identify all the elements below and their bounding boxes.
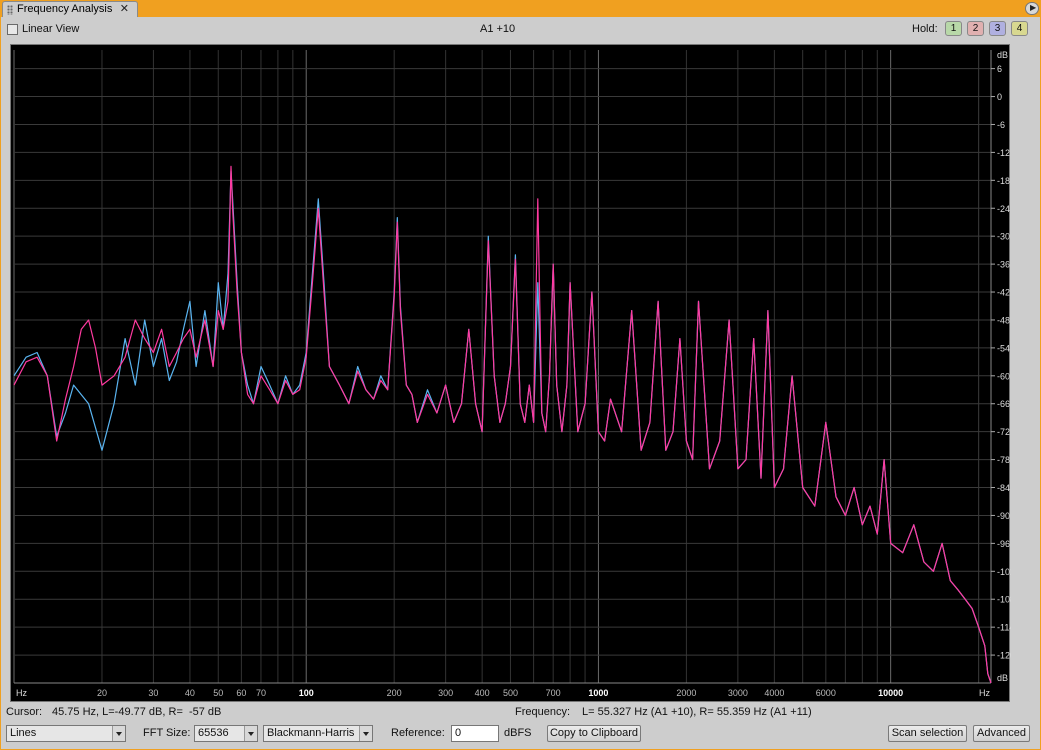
- db-unit-label-top: dB: [997, 50, 1008, 60]
- freq-tick-label: 500: [503, 688, 518, 698]
- freq-tick-label: 4000: [764, 688, 784, 698]
- db-tick-label: -36: [997, 260, 1010, 270]
- window-function-select[interactable]: Blackmann-Harris: [263, 725, 373, 742]
- frequency-label: Frequency:: [515, 706, 571, 718]
- db-tick-label: -96: [997, 539, 1010, 549]
- freq-tick-label: 400: [475, 688, 490, 698]
- panel-menu-button[interactable]: ▶: [1025, 2, 1039, 15]
- hz-unit-label-right: Hz: [979, 688, 990, 698]
- window-function-value: Blackmann-Harris: [267, 727, 355, 739]
- linear-view-checkbox[interactable]: [7, 24, 18, 35]
- hold-label: Hold:: [912, 23, 938, 35]
- freq-tick-label: 60: [236, 688, 246, 698]
- scan-selection-button[interactable]: Scan selection: [888, 725, 967, 742]
- freq-tick-label: 100: [299, 688, 314, 698]
- db-tick-label: -48: [997, 315, 1010, 325]
- linear-view-label: Linear View: [22, 23, 80, 35]
- reference-input[interactable]: 0: [451, 725, 499, 742]
- db-tick-label: -72: [997, 427, 1010, 437]
- close-icon[interactable]: ✕: [120, 2, 129, 15]
- play-triangle-icon: ▶: [1030, 3, 1037, 12]
- db-tick-label: -114: [997, 623, 1011, 633]
- series-line-left-channel: [13, 170, 992, 684]
- reference-unit: dBFS: [504, 727, 532, 739]
- cursor-note-label: A1 +10: [480, 23, 516, 35]
- db-tick-label: -54: [997, 343, 1010, 353]
- db-tick-label: 6: [997, 64, 1002, 74]
- chevron-down-icon[interactable]: [112, 726, 125, 741]
- chevron-down-icon[interactable]: [359, 726, 372, 741]
- hold-button-2[interactable]: 2: [967, 21, 984, 36]
- db-tick-label: -18: [997, 176, 1010, 186]
- cursor-label: Cursor:: [6, 706, 43, 718]
- controls-row: Lines FFT Size: 65536 Blackmann-Harris R…: [0, 723, 1041, 745]
- freq-tick-label: 40: [185, 688, 195, 698]
- chevron-down-icon[interactable]: [244, 726, 257, 741]
- display-mode-value: Lines: [10, 727, 37, 739]
- freq-tick-label: 200: [387, 688, 402, 698]
- fft-size-select[interactable]: 65536: [194, 725, 258, 742]
- panel-title-bar: Frequency Analysis ✕ ▶: [0, 0, 1041, 17]
- db-tick-label: -120: [997, 651, 1011, 661]
- drag-grip-icon[interactable]: [7, 5, 13, 15]
- db-tick-label: -102: [997, 567, 1011, 577]
- db-tick-label: 0: [997, 92, 1002, 102]
- hz-unit-label-left: Hz: [16, 688, 27, 698]
- spectrum-graph[interactable]: 6 0 -6 -12 -18 -24 -30 -36 -42 -48 -54 -60 -66 -72 -78…: [10, 44, 1015, 703]
- copy-to-clipboard-button[interactable]: Copy to Clipboard: [547, 725, 641, 742]
- freq-tick-label: 2000: [676, 688, 696, 698]
- spectrum-plot[interactable]: 60-6-12-18-24-30-36-42-48-54-60-66-72-78…: [11, 45, 1015, 703]
- series-line-right-channel: [13, 165, 992, 684]
- freq-tick-label: 70: [256, 688, 266, 698]
- freq-tick-label: 1000: [588, 688, 608, 698]
- freq-tick-label: 50: [213, 688, 223, 698]
- hold-button-3[interactable]: 3: [989, 21, 1006, 36]
- hold-button-1[interactable]: 1: [945, 21, 962, 36]
- status-row: Cursor: 45.75 Hz, L=-49.77 dB, R= -57 dB…: [0, 705, 1041, 721]
- db-tick-label: -78: [997, 455, 1010, 465]
- freq-tick-label: 300: [438, 688, 453, 698]
- freq-tick-label: 700: [546, 688, 561, 698]
- reference-label: Reference:: [391, 727, 445, 739]
- db-tick-label: -6: [997, 120, 1005, 130]
- db-tick-label: -66: [997, 399, 1010, 409]
- fft-size-label: FFT Size:: [143, 727, 191, 739]
- cursor-readout: 45.75 Hz, L=-49.77 dB, R= -57 dB: [52, 706, 222, 718]
- tab-title: Frequency Analysis: [17, 3, 113, 15]
- freq-tick-label: 6000: [816, 688, 836, 698]
- tab-frequency-analysis[interactable]: Frequency Analysis ✕: [2, 1, 138, 17]
- db-unit-label-bottom: dB: [997, 673, 1008, 683]
- db-tick-label: -42: [997, 288, 1010, 298]
- top-toolbar: Linear View A1 +10 Hold: 1 2 3 4: [0, 20, 1041, 40]
- display-mode-select[interactable]: Lines: [6, 725, 126, 742]
- db-tick-label: -30: [997, 232, 1010, 242]
- frequency-readout: L= 55.327 Hz (A1 +10), R= 55.359 Hz (A1 …: [582, 706, 812, 718]
- db-tick-label: -60: [997, 371, 1010, 381]
- hold-button-4[interactable]: 4: [1011, 21, 1028, 36]
- db-tick-label: -84: [997, 483, 1010, 493]
- freq-tick-label: 30: [148, 688, 158, 698]
- db-tick-label: -108: [997, 595, 1011, 605]
- db-tick-label: -90: [997, 511, 1010, 521]
- db-tick-label: -24: [997, 204, 1010, 214]
- fft-size-value: 65536: [198, 727, 229, 739]
- freq-tick-label: 20: [97, 688, 107, 698]
- db-tick-label: -12: [997, 148, 1010, 158]
- freq-tick-label: 3000: [728, 688, 748, 698]
- freq-tick-label: 10000: [878, 688, 903, 698]
- advanced-button[interactable]: Advanced: [973, 725, 1030, 742]
